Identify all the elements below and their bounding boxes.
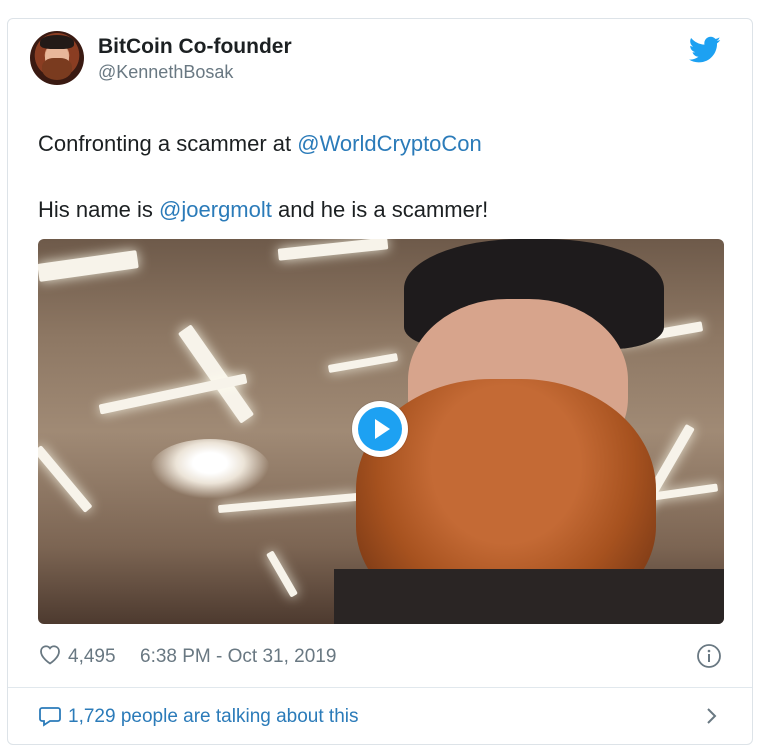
ceiling-light [327,352,399,374]
mention-link-joergmolt[interactable]: @joergmolt [159,197,272,222]
mention-link-worldcryptocon[interactable]: @WorldCryptoCon [297,131,482,156]
author-display-name[interactable]: BitCoin Co-founder [98,35,292,59]
ceiling-light [38,250,139,282]
heart-icon[interactable] [38,643,62,665]
speech-bubble-icon [39,707,61,727]
ceiling-light [266,550,298,598]
tweet-line-2-prefix: His name is [38,197,160,222]
tweet-text: Confronting a scammer at @WorldCryptoCon… [38,127,718,226]
avatar-cap [40,35,74,49]
chevron-right-icon[interactable] [704,705,720,727]
avatar-beard [42,58,72,80]
tweet-line-1: Confronting a scammer at @WorldCryptoCon [38,127,718,160]
video-player[interactable] [38,239,724,624]
like-count[interactable]: 4,495 [68,646,116,668]
play-button[interactable] [352,401,408,457]
tweet-timestamp[interactable]: 6:38 PM - Oct 31, 2019 [140,646,336,668]
chandelier [150,439,270,499]
ceiling-light [38,445,93,513]
ceiling-light [217,492,359,514]
info-icon[interactable] [696,643,722,669]
twitter-bird-icon[interactable] [689,36,721,64]
ceiling-light [277,239,389,261]
tweet-line-2-suffix: and he is a scammer! [271,197,489,222]
person-shirt [334,569,724,624]
author-handle[interactable]: @KennethBosak [98,62,233,83]
tweet-line-2: His name is @joergmolt and he is a scamm… [38,193,718,226]
conversation-link[interactable]: 1,729 people are talking about this [68,706,359,728]
tweet-line-1-text: Confronting a scammer at [38,131,298,156]
play-icon [358,407,402,451]
user-avatar[interactable] [30,31,84,85]
footer-divider [8,687,752,688]
